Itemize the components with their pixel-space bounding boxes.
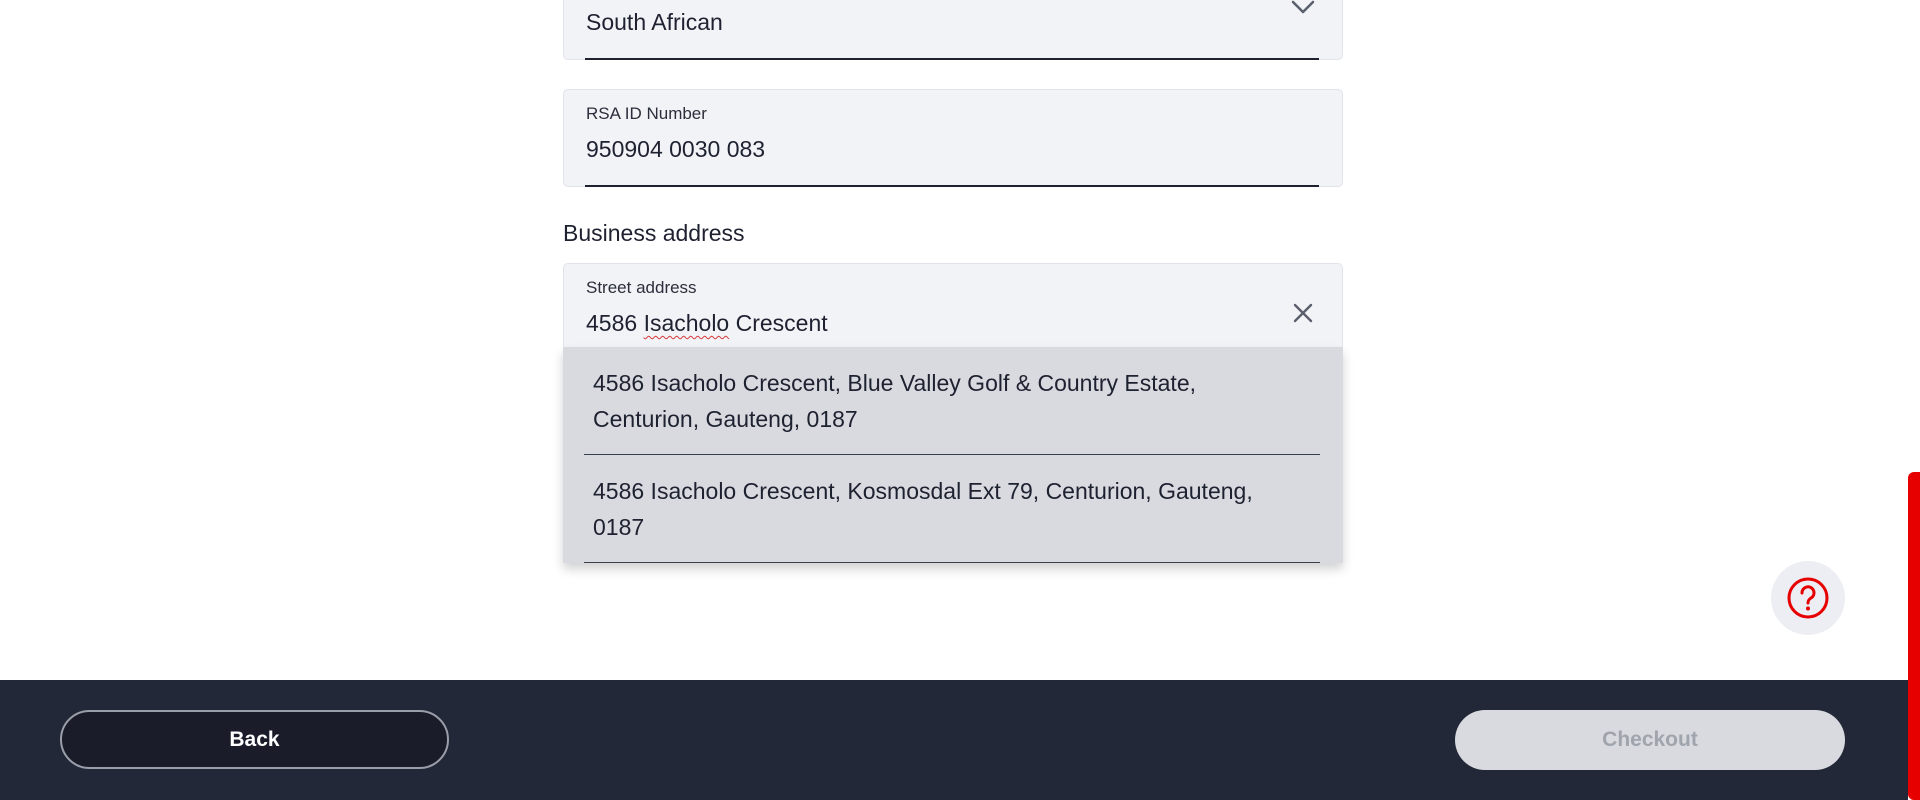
suggestion-line: Centurion, Gauteng, 0187: [593, 406, 858, 432]
street-value-suffix: Crescent: [729, 310, 828, 336]
suggestion-line: 4586 Isacholo Crescent, Kosmosdal Ext 79…: [593, 478, 1253, 504]
id-number-field[interactable]: RSA ID Number 950904 0030 083: [563, 89, 1343, 187]
address-suggestion[interactable]: 4586 Isacholo Crescent, Blue Valley Golf…: [563, 347, 1343, 455]
nationality-value: South African: [586, 9, 723, 35]
id-number-label: RSA ID Number: [586, 104, 707, 123]
question-circle-icon: [1787, 577, 1829, 619]
suggestion-line: 0187: [593, 514, 645, 540]
address-suggestion[interactable]: 4586 Isacholo Crescent, Kosmosdal Ext 79…: [563, 455, 1343, 563]
spellcheck-word: Isacholo: [643, 310, 730, 336]
field-underline: [585, 185, 1319, 187]
street-address-input[interactable]: 4586 Isacholo Crescent: [586, 310, 828, 337]
address-suggestions-dropdown: 4586 Isacholo Crescent, Blue Valley Golf…: [563, 347, 1343, 563]
field-underline: [585, 58, 1319, 60]
checkout-button[interactable]: Checkout: [1455, 710, 1845, 770]
help-button[interactable]: [1771, 561, 1845, 635]
nationality-select[interactable]: South African: [563, 0, 1343, 60]
page: South African RSA ID Number 950904 0030 …: [0, 0, 1920, 800]
business-address-heading: Business address: [563, 220, 745, 246]
id-number-value[interactable]: 950904 0030 083: [586, 136, 765, 163]
back-button[interactable]: Back: [60, 710, 449, 769]
footer-bar: Back Checkout: [0, 680, 1908, 800]
street-address-label: Street address: [586, 278, 697, 297]
chevron-down-icon[interactable]: [1290, 0, 1316, 15]
street-value-prefix: 4586: [586, 310, 644, 336]
suggestion-line: 4586 Isacholo Crescent, Blue Valley Golf…: [593, 370, 1196, 396]
close-icon[interactable]: [1292, 302, 1314, 324]
divider: [584, 562, 1320, 563]
street-address-field[interactable]: Street address 4586 Isacholo Crescent: [563, 263, 1343, 353]
scrollbar-thumb[interactable]: [1908, 472, 1920, 800]
